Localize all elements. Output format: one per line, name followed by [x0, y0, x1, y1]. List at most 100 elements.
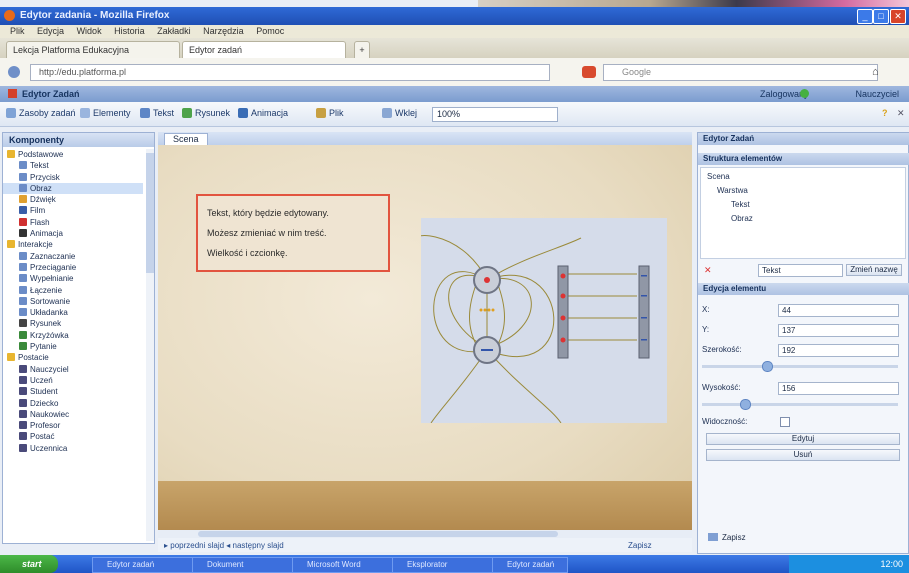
component-icon: [19, 183, 27, 192]
prop-width-input[interactable]: 192: [778, 344, 899, 357]
component-item[interactable]: Postać: [3, 431, 143, 442]
browser-tab-bar: Lekcja Platforma Edukacyjna Edytor zadań…: [0, 38, 909, 58]
taskbar-item-3[interactable]: Microsoft Word: [292, 557, 396, 573]
taskbar-item-4[interactable]: Eksplorator: [392, 557, 496, 573]
toolbar-file-button[interactable]: Plik: [316, 108, 344, 118]
browser-tab-2[interactable]: Edytor zadań: [182, 41, 346, 58]
component-item[interactable]: Wypełnianie: [3, 273, 143, 284]
component-label: Tekst: [30, 161, 49, 171]
component-item[interactable]: Krzyżówka: [3, 330, 143, 341]
menu-view[interactable]: Widok: [77, 26, 102, 36]
component-item[interactable]: Uczeń: [3, 375, 143, 386]
components-scrollbar[interactable]: [146, 149, 154, 541]
prop-x-input[interactable]: 44: [778, 304, 899, 317]
close-button[interactable]: ✕: [890, 9, 906, 24]
component-item[interactable]: Przycisk: [3, 172, 143, 183]
element-name-input[interactable]: Tekst: [758, 264, 843, 277]
component-item[interactable]: Naukowiec: [3, 409, 143, 420]
structure-node-scene[interactable]: Scena: [707, 172, 730, 181]
component-item[interactable]: Łączenie: [3, 285, 143, 296]
component-item[interactable]: Nauczyciel: [3, 364, 143, 375]
prop-height-input[interactable]: 156: [778, 382, 899, 395]
user-name[interactable]: Nauczyciel: [855, 89, 899, 99]
structure-node-layer[interactable]: Warstwa: [717, 186, 748, 195]
animation-icon: [238, 108, 248, 118]
menu-help[interactable]: Pomoc: [256, 26, 284, 36]
height-slider-handle[interactable]: [740, 399, 751, 410]
toolbar-elements-button[interactable]: Elementy: [80, 108, 131, 118]
address-input[interactable]: http://edu.platforma.pl: [30, 64, 550, 81]
taskbar-item-5[interactable]: Edytor zadań: [492, 557, 568, 573]
component-item[interactable]: Zaznaczanie: [3, 251, 143, 262]
save-link[interactable]: Zapisz: [628, 541, 652, 550]
text-line-1: Tekst, który będzie edytowany.: [207, 208, 329, 218]
structure-node-image[interactable]: Obraz: [731, 214, 753, 223]
component-item[interactable]: Student: [3, 386, 143, 397]
toolbar-text-button[interactable]: Tekst: [140, 108, 174, 118]
slide-navigation[interactable]: ▸ poprzedni slajd ◂ następny slajd: [164, 541, 284, 550]
component-item[interactable]: Przeciąganie: [3, 262, 143, 273]
home-icon[interactable]: ⌂: [872, 66, 879, 78]
component-item[interactable]: Postacie: [3, 352, 143, 363]
component-item[interactable]: Obraz: [3, 182, 143, 195]
delete-icon[interactable]: ✕: [704, 265, 712, 276]
component-item[interactable]: Sortowanie: [3, 296, 143, 307]
text-element[interactable]: Tekst, który będzie edytowany. Możesz zm…: [196, 194, 390, 272]
menu-file[interactable]: Plik: [10, 26, 25, 36]
drawing-icon: [182, 108, 192, 118]
width-slider[interactable]: [702, 361, 898, 372]
paste-icon: [382, 108, 392, 118]
toolbar-paste-button[interactable]: Wklej: [382, 108, 417, 118]
menu-bookmarks[interactable]: Zakładki: [157, 26, 191, 36]
component-item[interactable]: Film: [3, 205, 143, 216]
component-item[interactable]: Pytanie: [3, 341, 143, 352]
component-item[interactable]: Profesor: [3, 420, 143, 431]
component-label: Profesor: [30, 421, 61, 431]
remove-button[interactable]: Usuń: [706, 449, 900, 461]
toolbar-animation-button[interactable]: Animacja: [238, 108, 288, 118]
back-icon[interactable]: [8, 66, 20, 78]
edit-button[interactable]: Edytuj: [706, 433, 900, 445]
maximize-button[interactable]: □: [873, 9, 889, 24]
component-item[interactable]: Tekst: [3, 160, 143, 171]
zoom-select[interactable]: 100%: [432, 107, 558, 122]
component-item[interactable]: Dźwięk: [3, 194, 143, 205]
component-icon: [19, 161, 27, 170]
structure-node-text[interactable]: Tekst: [731, 200, 750, 209]
start-button[interactable]: start: [0, 555, 58, 573]
component-item[interactable]: Animacja: [3, 228, 143, 239]
menu-edit[interactable]: Edycja: [37, 26, 64, 36]
component-item[interactable]: Układanka: [3, 307, 143, 318]
new-tab-button[interactable]: +: [354, 41, 370, 58]
component-item[interactable]: Flash: [3, 217, 143, 228]
component-label: Sortowanie: [30, 296, 71, 306]
component-item[interactable]: Podstawowe: [3, 149, 143, 160]
toolbar-drawing-button[interactable]: Rysunek: [182, 108, 230, 118]
prop-y-input[interactable]: 137: [778, 324, 899, 337]
visible-checkbox[interactable]: [780, 417, 790, 427]
toolbar-tasks-button[interactable]: Zasoby zadań: [6, 108, 76, 118]
component-item[interactable]: Dziecko: [3, 398, 143, 409]
panel-save-link[interactable]: Zapisz: [722, 533, 746, 542]
text-line-3: Wielkość i czcionkę.: [207, 248, 288, 258]
search-engine-icon[interactable]: [582, 66, 596, 78]
menu-history[interactable]: Historia: [114, 26, 145, 36]
help-icon[interactable]: ?: [882, 108, 888, 118]
taskbar-item-1[interactable]: Edytor zadań: [92, 557, 196, 573]
stage-horizontal-scrollbar[interactable]: [158, 530, 692, 538]
component-icon: [19, 251, 27, 260]
rename-button[interactable]: Zmień nazwę: [846, 264, 902, 276]
component-item[interactable]: Interakcje: [3, 239, 143, 250]
menu-tools[interactable]: Narzędzia: [203, 26, 244, 36]
search-input[interactable]: Google: [603, 64, 878, 81]
close-toolbar-icon[interactable]: ✕: [897, 108, 905, 119]
component-item[interactable]: Uczennica: [3, 443, 143, 454]
minimize-button[interactable]: _: [857, 9, 873, 24]
component-item[interactable]: Rysunek: [3, 318, 143, 329]
width-slider-handle[interactable]: [762, 361, 773, 372]
height-slider[interactable]: [702, 399, 898, 410]
component-label: Rysunek: [30, 319, 62, 329]
browser-tab-1[interactable]: Lekcja Platforma Edukacyjna: [6, 41, 180, 58]
taskbar-item-2[interactable]: Dokument: [192, 557, 296, 573]
field-lines-image[interactable]: [409, 218, 667, 424]
